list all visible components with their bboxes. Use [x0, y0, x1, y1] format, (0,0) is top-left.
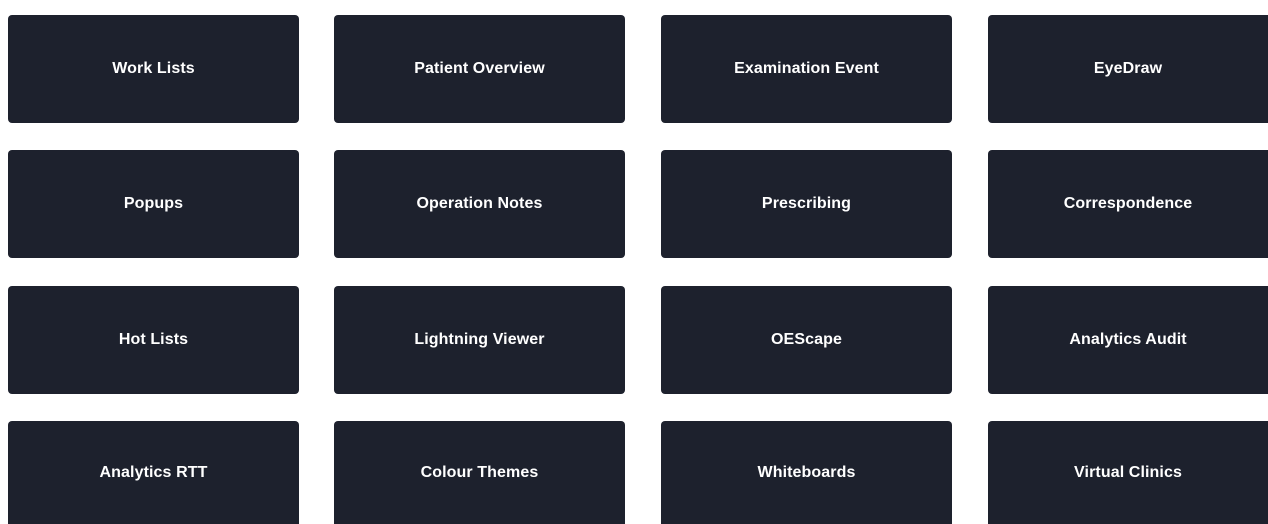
tile-whiteboards[interactable]: Whiteboards — [661, 421, 952, 524]
tile-lightning-viewer[interactable]: Lightning Viewer — [334, 286, 625, 394]
tile-label: Whiteboards — [757, 463, 856, 481]
tile-correspondence[interactable]: Correspondence — [988, 150, 1268, 258]
tile-label: Hot Lists — [118, 331, 189, 348]
tile-work-lists[interactable]: Work Lists — [8, 15, 299, 123]
tile-oescape[interactable]: OEScape — [661, 286, 952, 394]
tile-label: Work Lists — [112, 60, 195, 77]
tile-label: Analytics Audit — [1069, 331, 1187, 348]
tile-label: Lightning Viewer — [414, 331, 545, 348]
tile-hot-lists[interactable]: Hot Lists — [8, 286, 299, 394]
tile-label: Analytics RTT — [99, 463, 208, 481]
tile-label: Examination Event — [734, 60, 879, 77]
tile-prescribing[interactable]: Prescribing — [661, 150, 952, 258]
tile-colour-themes[interactable]: Colour Themes — [334, 421, 625, 524]
tile-analytics-rtt[interactable]: Analytics RTT — [8, 421, 299, 524]
tile-label: Virtual Clinics — [1074, 463, 1182, 481]
tile-label: Patient Overview — [414, 60, 545, 77]
tile-label: Popups — [123, 195, 184, 212]
tile-analytics-audit[interactable]: Analytics Audit — [988, 286, 1268, 394]
tile-label: Prescribing — [761, 195, 852, 212]
tile-popups[interactable]: Popups — [8, 150, 299, 258]
tile-label: Operation Notes — [416, 195, 543, 212]
tile-operation-notes[interactable]: Operation Notes — [334, 150, 625, 258]
tile-label: Colour Themes — [420, 463, 539, 481]
feature-tile-grid: Work Lists Patient Overview Examination … — [0, 0, 1268, 524]
tile-label: Correspondence — [1063, 195, 1193, 212]
tile-label: OEScape — [771, 331, 842, 348]
tile-patient-overview[interactable]: Patient Overview — [334, 15, 625, 123]
tile-examination-event[interactable]: Examination Event — [661, 15, 952, 123]
tile-eyedraw[interactable]: EyeDraw — [988, 15, 1268, 123]
tile-label: EyeDraw — [1093, 60, 1163, 77]
tile-virtual-clinics[interactable]: Virtual Clinics — [988, 421, 1268, 524]
